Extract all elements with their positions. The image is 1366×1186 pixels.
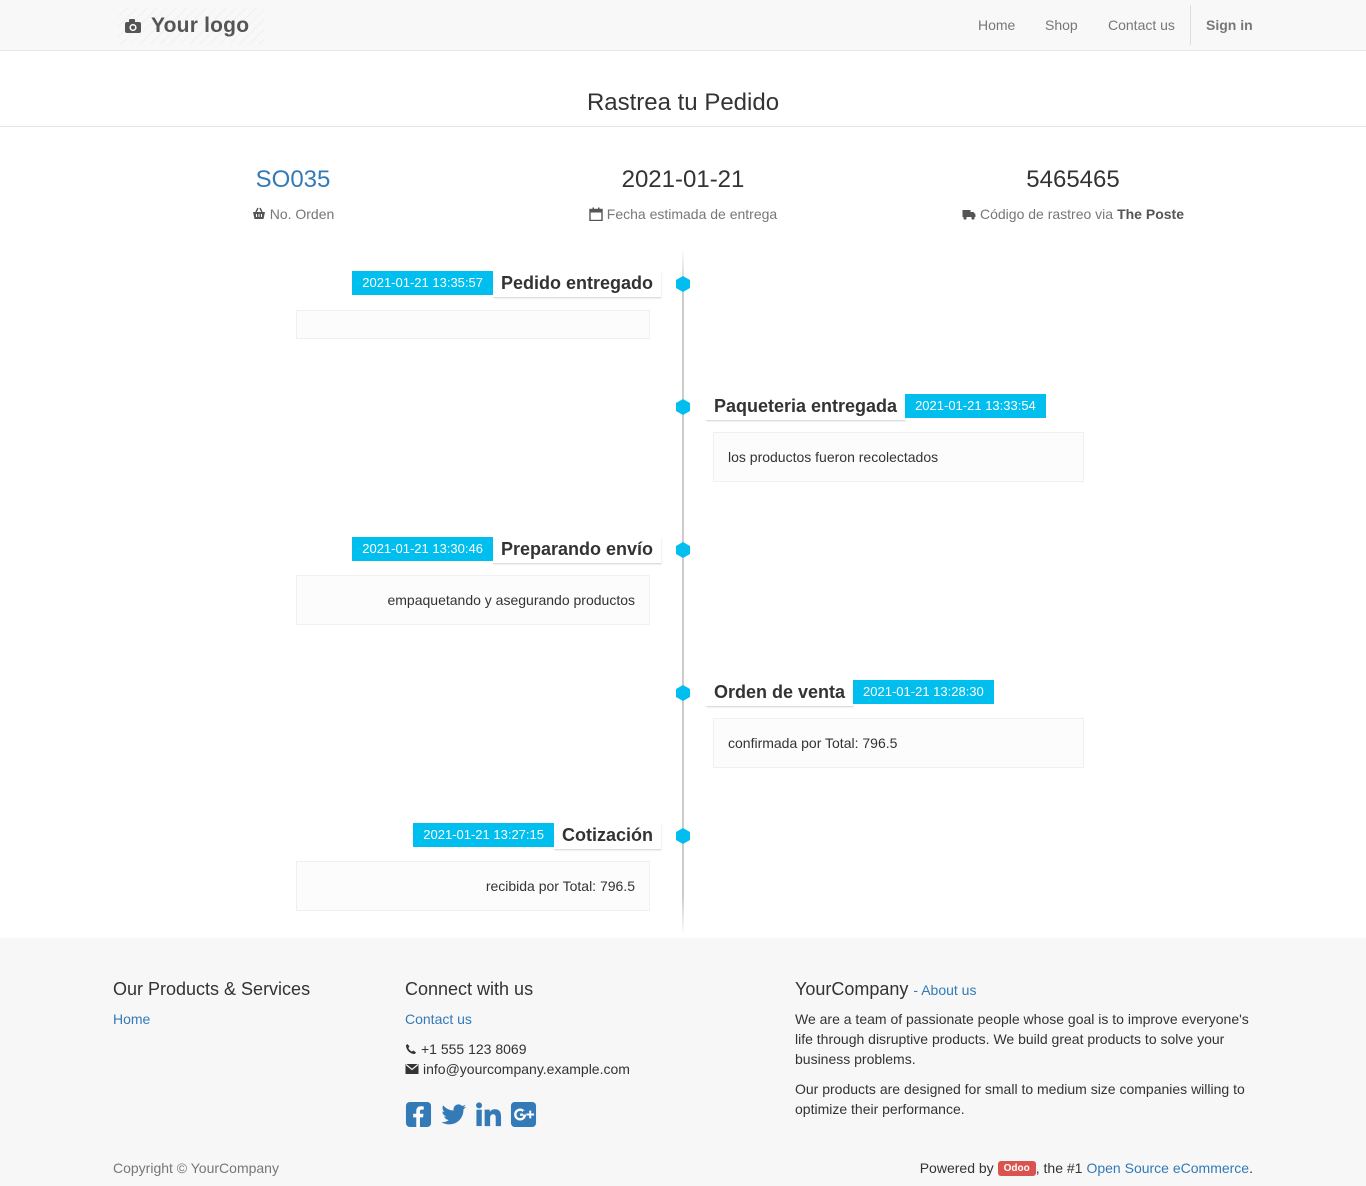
about-text-2: Our products are designed for small to m…	[795, 1081, 1245, 1117]
powered-suffix: .	[1249, 1160, 1253, 1176]
timeline-dot	[676, 276, 690, 292]
copyright: Copyright © YourCompany	[113, 1160, 279, 1176]
event-description-box	[296, 310, 650, 339]
footer-email: info@yourcompany.example.com	[405, 1059, 630, 1079]
twitter-icon[interactable]	[440, 1101, 467, 1131]
logo-text: Your logo	[151, 14, 250, 37]
timeline-event-header: Paqueteria entregada 2021-01-21 13:33:54	[706, 394, 1046, 422]
phone-number: +1 555 123 8069	[421, 1041, 527, 1057]
event-description: los productos fueron recolectados	[728, 449, 939, 465]
event-description-box: recibida por Total: 796.5	[296, 861, 650, 911]
page-title: Rastrea tu Pedido	[586, 89, 780, 116]
facebook-icon[interactable]	[405, 1101, 432, 1131]
calendar-icon	[589, 207, 603, 221]
powered-middle: , the #1	[1035, 1160, 1083, 1176]
tracking-code-block: 5465465 Código de rastreo via The Poste	[933, 165, 1213, 222]
timeline-dot	[676, 542, 690, 558]
event-timestamp: 2021-01-21 13:27:15	[413, 823, 554, 847]
logo[interactable]: Your logo	[118, 8, 264, 44]
tracking-label: Código de rastreo via	[980, 206, 1114, 222]
company-name: YourCompany	[795, 979, 909, 999]
phone-icon	[406, 1044, 416, 1054]
title-divider	[0, 126, 1366, 127]
timeline-event-header: 2021-01-21 13:35:57 Pedido entregado	[352, 271, 661, 299]
event-title: Cotización	[553, 823, 661, 850]
delivery-date-block: 2021-01-21 Fecha estimada de entrega	[553, 165, 813, 222]
event-title: Orden de venta	[706, 680, 854, 707]
open-source-ecommerce-link[interactable]: Open Source eCommerce	[1086, 1160, 1249, 1176]
timeline-event-header: Orden de venta 2021-01-21 13:28:30	[706, 680, 994, 708]
sign-in-link[interactable]: Sign in	[1206, 17, 1253, 33]
linkedin-icon[interactable]	[475, 1101, 502, 1131]
order-number-link[interactable]: SO035	[256, 166, 331, 193]
order-number-label: No. Orden	[269, 206, 335, 222]
envelope-icon	[405, 1064, 419, 1074]
nav-contact-us[interactable]: Contact us	[1108, 17, 1175, 33]
footer-connect-heading: Connect with us	[405, 979, 534, 999]
nav-home[interactable]: Home	[978, 17, 1015, 33]
email-address: info@yourcompany.example.com	[423, 1061, 630, 1077]
event-description: recibida por Total: 796.5	[485, 878, 635, 894]
nav-shop[interactable]: Shop	[1045, 17, 1078, 33]
footer-home-link[interactable]: Home	[113, 1011, 150, 1027]
carrier-name: The Poste	[1117, 206, 1184, 222]
about-text-1: We are a team of passionate people whose…	[795, 1011, 1249, 1067]
event-title: Paqueteria entregada	[706, 394, 906, 421]
event-timestamp: 2021-01-21 13:35:57	[352, 271, 493, 295]
event-timestamp: 2021-01-21 13:30:46	[352, 537, 493, 561]
footer-phone: +1 555 123 8069	[405, 1039, 527, 1059]
timeline-dot	[676, 685, 690, 701]
event-description: confirmada por Total: 796.5	[728, 735, 898, 751]
event-title: Preparando envío	[492, 537, 661, 564]
tracking-code: 5465465	[1026, 166, 1120, 193]
powered-prefix: Powered by	[919, 1160, 994, 1176]
timeline-dot	[676, 828, 690, 844]
google-plus-icon[interactable]	[510, 1101, 537, 1131]
delivery-date-label: Fecha estimada de entrega	[606, 206, 778, 222]
event-description-box: los productos fueron recolectados	[713, 432, 1084, 482]
event-description: empaquetando y asegurando productos	[387, 592, 635, 608]
navbar: Your logo Home Shop Contact us Sign in	[0, 0, 1366, 51]
footer-contact-link[interactable]: Contact us	[405, 1011, 472, 1027]
delivery-date: 2021-01-21	[621, 166, 745, 193]
about-us-link[interactable]: - About us	[913, 982, 976, 998]
order-number-block: SO035 No. Orden	[193, 165, 393, 222]
timeline-event-header: 2021-01-21 13:30:46 Preparando envío	[352, 537, 661, 565]
timeline-event-header: 2021-01-21 13:27:15 Cotización	[413, 823, 661, 851]
footer-company-heading: YourCompany - About us	[795, 979, 976, 1000]
basket-icon	[252, 207, 265, 219]
truck-icon	[962, 210, 976, 220]
event-timestamp: 2021-01-21 13:28:30	[853, 680, 994, 704]
event-title: Pedido entregado	[492, 271, 661, 298]
camera-icon	[125, 19, 141, 33]
timeline-dot	[676, 399, 690, 415]
event-description-box: empaquetando y asegurando productos	[296, 575, 650, 625]
event-timestamp: 2021-01-21 13:33:54	[905, 394, 1046, 418]
powered-by: Powered by Odoo , the #1 Open Source eCo…	[920, 1160, 1253, 1176]
event-description-box: confirmada por Total: 796.5	[713, 718, 1084, 768]
nav-divider	[1190, 5, 1191, 45]
odoo-badge[interactable]: Odoo	[997, 1160, 1036, 1176]
social-links	[405, 1101, 537, 1131]
footer-products-heading: Our Products & Services	[113, 979, 311, 999]
